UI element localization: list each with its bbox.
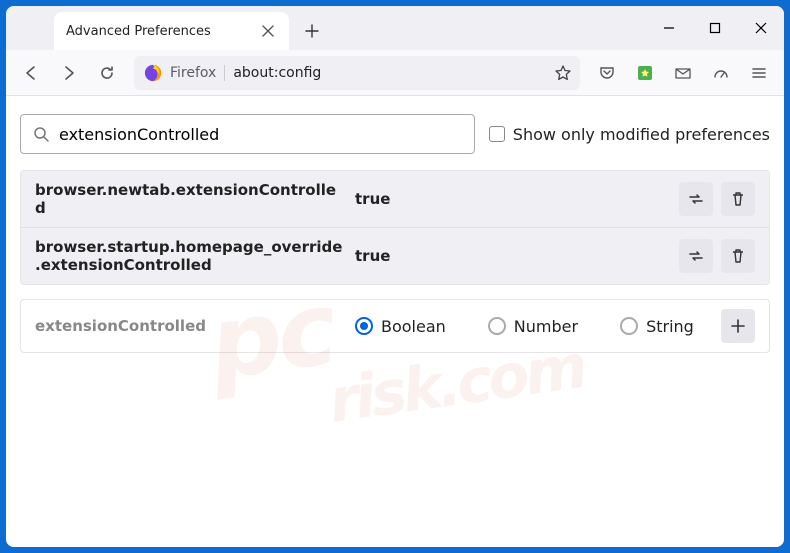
- extension-icon[interactable]: [628, 56, 662, 90]
- content-area: Show only modified preferences browser.n…: [6, 96, 784, 547]
- back-button[interactable]: [14, 56, 48, 90]
- tab-title: Advanced Preferences: [66, 24, 211, 39]
- close-window-button[interactable]: [738, 6, 784, 50]
- toggle-button[interactable]: [679, 239, 713, 273]
- checkbox-icon: [489, 126, 505, 142]
- radio-icon: [488, 317, 506, 335]
- delete-button[interactable]: [721, 182, 755, 216]
- dashboard-icon[interactable]: [704, 56, 738, 90]
- minimize-button[interactable]: [646, 6, 692, 50]
- radio-number[interactable]: Number: [488, 317, 578, 336]
- type-radio-group: Boolean Number String: [355, 317, 721, 336]
- pref-list: browser.newtab.extensionControlled true …: [20, 170, 770, 285]
- address-text: about:config: [233, 65, 546, 81]
- radio-icon: [355, 317, 373, 335]
- menu-button[interactable]: [742, 56, 776, 90]
- add-button[interactable]: [721, 309, 755, 343]
- checkbox-label: Show only modified preferences: [513, 125, 770, 144]
- add-pref-name: extensionControlled: [35, 317, 355, 335]
- search-field[interactable]: [59, 125, 462, 144]
- pref-value: true: [355, 190, 679, 208]
- firefox-logo-icon: [144, 64, 162, 82]
- toggle-button[interactable]: [679, 182, 713, 216]
- reload-button[interactable]: [90, 56, 124, 90]
- titlebar: Advanced Preferences: [6, 6, 784, 50]
- pocket-icon[interactable]: [590, 56, 624, 90]
- delete-button[interactable]: [721, 239, 755, 273]
- pref-value: true: [355, 247, 679, 265]
- new-tab-button[interactable]: [295, 14, 329, 48]
- pref-name: browser.newtab.extensionControlled: [35, 181, 355, 217]
- identity-label: Firefox: [170, 65, 225, 81]
- radio-string[interactable]: String: [620, 317, 694, 336]
- radio-boolean[interactable]: Boolean: [355, 317, 446, 336]
- search-icon: [33, 126, 49, 142]
- search-row: Show only modified preferences: [20, 114, 770, 154]
- tab-active[interactable]: Advanced Preferences: [54, 12, 289, 50]
- forward-button[interactable]: [52, 56, 86, 90]
- radio-icon: [620, 317, 638, 335]
- urlbar[interactable]: Firefox about:config: [134, 56, 580, 90]
- pref-row: browser.newtab.extensionControlled true: [21, 171, 769, 227]
- search-input[interactable]: [20, 114, 475, 154]
- pref-name: browser.startup.homepage_override.extens…: [35, 238, 355, 274]
- mail-icon[interactable]: [666, 56, 700, 90]
- maximize-button[interactable]: [692, 6, 738, 50]
- add-pref-row: extensionControlled Boolean Number Strin…: [20, 299, 770, 353]
- show-modified-checkbox[interactable]: Show only modified preferences: [489, 125, 770, 144]
- pref-actions: [679, 182, 755, 216]
- close-icon[interactable]: [259, 22, 277, 40]
- window-controls: [646, 6, 784, 50]
- browser-window: Advanced Preferences Firefox about:confi…: [6, 6, 784, 547]
- toolbar: Firefox about:config: [6, 50, 784, 96]
- bookmark-star-icon[interactable]: [554, 64, 572, 82]
- pref-actions: [679, 239, 755, 273]
- pref-row: browser.startup.homepage_override.extens…: [21, 227, 769, 284]
